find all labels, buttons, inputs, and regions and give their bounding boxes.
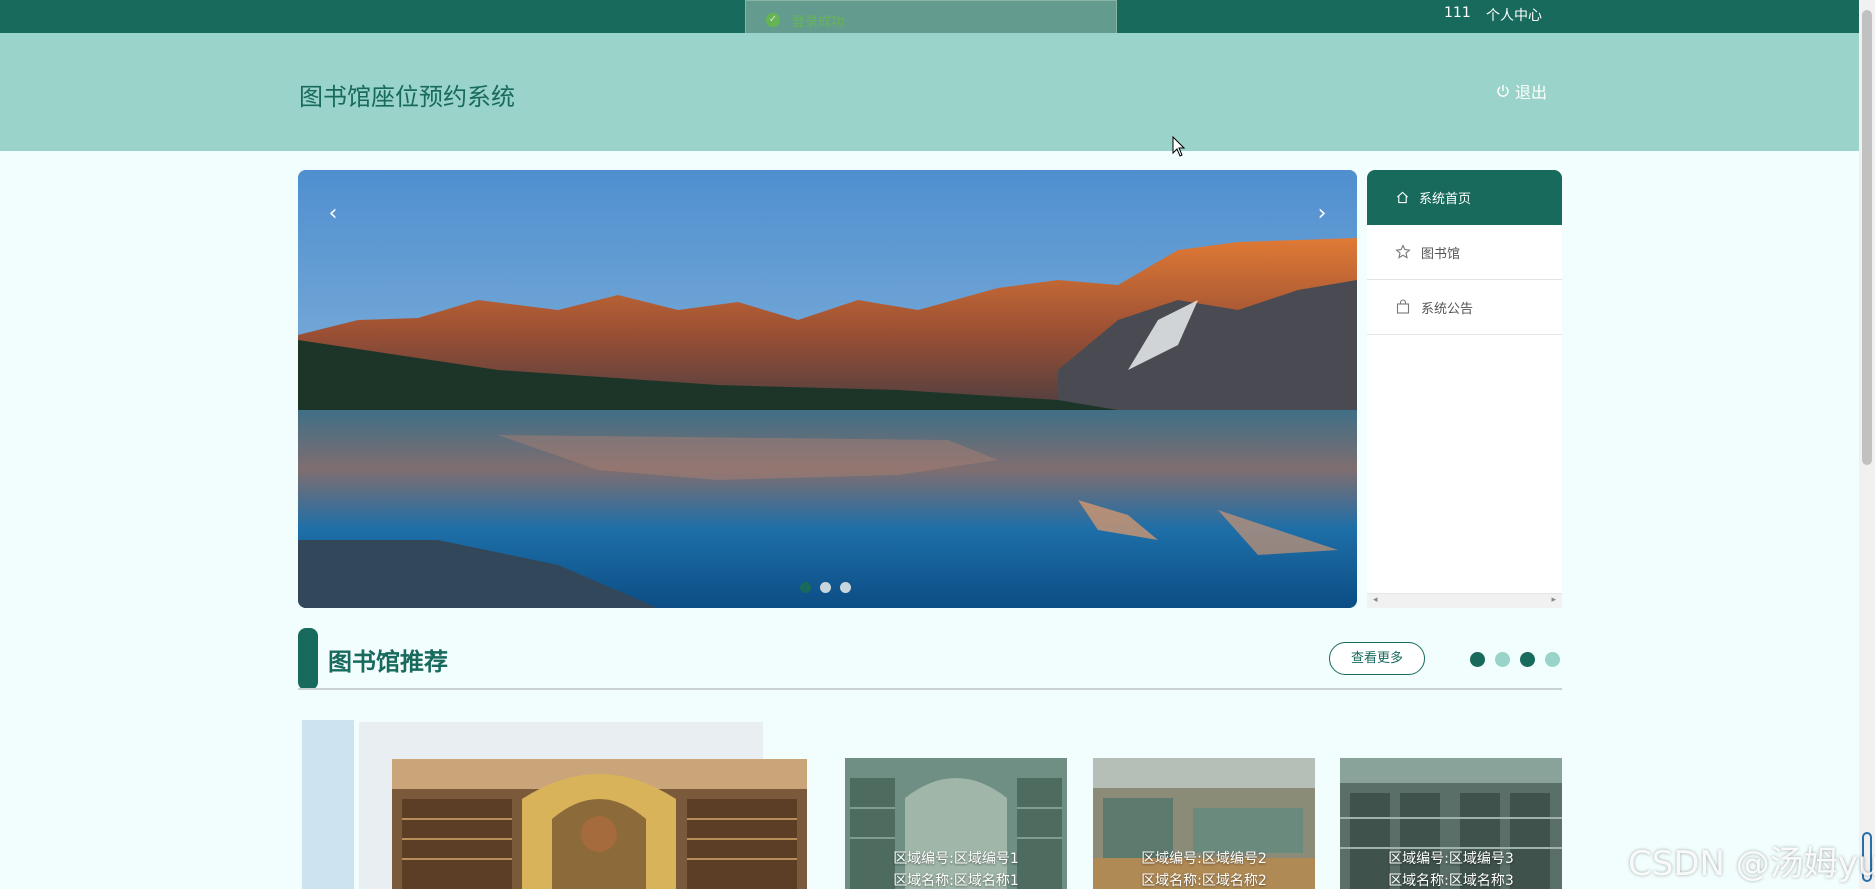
logout-button[interactable]: 退出 [1496, 79, 1547, 103]
scroll-right-icon[interactable]: ▸ [1551, 595, 1556, 605]
library-card-1[interactable]: 区域编号:区域编号1 区域名称:区域名称1 [845, 758, 1067, 889]
section-pager-dot-3[interactable] [1520, 652, 1535, 667]
site-title: 图书馆座位预约系统 [299, 83, 515, 111]
section-pager-dots [1470, 652, 1560, 667]
card-area-number: 区域编号:区域编号3 [1388, 851, 1514, 867]
section-pager-dot-2[interactable] [1495, 652, 1510, 667]
personal-center-link[interactable]: 个人中心 [1486, 5, 1542, 25]
page-vertical-scrollbar[interactable] [1859, 0, 1875, 889]
menu-item-home[interactable]: 系统首页 [1367, 170, 1562, 225]
scrollbar-thumb[interactable] [1862, 10, 1872, 465]
card-area-name: 区域名称:区域名称1 [893, 873, 1019, 889]
card-caption: 区域编号:区域编号2 区域名称:区域名称2 [1093, 848, 1315, 889]
card-area-name: 区域名称:区域名称2 [1141, 873, 1267, 889]
section-pager-dot-1[interactable] [1470, 652, 1485, 667]
section-title: 图书馆推荐 [328, 648, 448, 676]
carousel-dot-1[interactable] [800, 582, 811, 593]
banner-carousel[interactable] [298, 170, 1357, 608]
carousel-indicators [800, 582, 851, 593]
library-card-2[interactable]: 区域编号:区域编号2 区域名称:区域名称2 [1093, 758, 1315, 889]
menu-item-label: 系统首页 [1419, 192, 1472, 207]
card-area-name: 区域名称:区域名称3 [1388, 873, 1514, 889]
library-card-3[interactable]: 区域编号:区域编号3 区域名称:区域名称3 [1340, 758, 1562, 889]
carousel-prev-arrow[interactable]: ‹ [318, 199, 348, 229]
card-area-number: 区域编号:区域编号2 [1141, 851, 1267, 867]
power-icon [1497, 85, 1509, 97]
carousel-dot-2[interactable] [820, 582, 831, 593]
menu-item-label: 系统公告 [1421, 301, 1474, 317]
logout-label: 退出 [1515, 83, 1548, 102]
card-area-number: 区域编号:区域编号1 [893, 851, 1019, 867]
featured-side-strip [302, 720, 354, 889]
menu-item-library[interactable]: 图书馆 [1367, 225, 1562, 280]
featured-library-card[interactable] [302, 720, 807, 889]
section-pager-dot-4[interactable] [1545, 652, 1560, 667]
section-accent-bar [298, 628, 318, 690]
toast-message: 登录成功 [792, 14, 845, 30]
section-divider [298, 688, 1562, 690]
card-caption: 区域编号:区域编号3 区域名称:区域名称3 [1340, 848, 1562, 889]
username-label: 111 [1444, 5, 1471, 21]
mouse-cursor-icon [1172, 136, 1186, 157]
carousel-dot-3[interactable] [840, 582, 851, 593]
card-caption: 区域编号:区域编号1 区域名称:区域名称1 [845, 848, 1067, 889]
menu-item-notice[interactable]: 系统公告 [1367, 280, 1562, 335]
view-more-button[interactable]: 查看更多 [1329, 642, 1425, 675]
menu-horizontal-scrollbar[interactable]: ◂ ▸ [1367, 593, 1562, 608]
success-check-icon: ✓ [766, 13, 780, 27]
star-icon [1395, 244, 1411, 259]
menu-item-label: 图书馆 [1421, 246, 1461, 262]
scroll-left-icon[interactable]: ◂ [1373, 595, 1378, 605]
watermark-text: CSDN @汤姆yu [1628, 844, 1875, 884]
carousel-next-arrow[interactable]: › [1307, 199, 1337, 229]
side-menu: 系统首页 图书馆 系统公告 ◂ ▸ [1367, 170, 1562, 608]
bag-icon [1396, 299, 1410, 314]
home-icon [1397, 191, 1408, 204]
banner-image-mountain-lake [298, 170, 1357, 608]
header: 图书馆座位预约系统 退出 [0, 33, 1875, 151]
library-hall-image [392, 759, 807, 889]
